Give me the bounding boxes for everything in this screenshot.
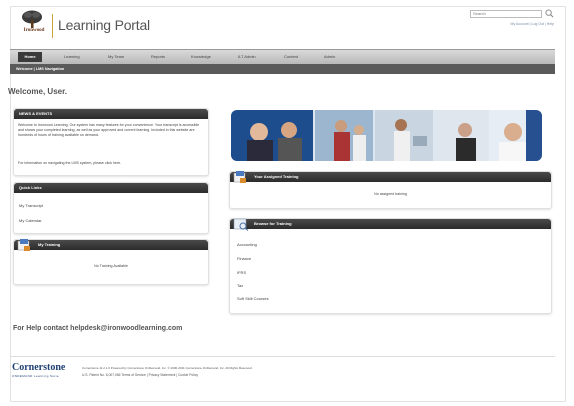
browse-finance[interactable]: Finance [237,256,251,261]
nav-content[interactable]: Content [284,54,298,59]
nav-ilt-admin[interactable]: ILT Admin [238,54,256,59]
search-icon[interactable] [545,9,554,18]
nav-my-team[interactable]: My Team [108,54,124,59]
portal-title: Learning Portal [58,17,150,33]
quick-links-title: Quick Links [14,183,208,193]
link-my-calendar[interactable]: My Calendar [19,218,42,223]
banner-image [231,110,542,161]
browse-accounting[interactable]: Accounting [237,242,257,247]
quick-links-panel: Quick Links My Transcript My Calendar [13,182,209,234]
news-panel: NEWS & EVENTS Welcome to Ironwood Learni… [13,108,209,176]
news-body: Welcome to Ironwood Learning. Our system… [18,123,200,137]
nav-admin[interactable]: Admin [324,54,335,59]
sub-nav[interactable]: Welcome | LMS Navigation [10,64,555,74]
cornerstone-logo: Cornerstone [12,362,66,373]
cornerstone-subtitle: ONDEMAND Learning Suite [12,374,59,378]
my-training-empty: No Training Available [94,264,128,268]
help-contact: For Help contact helpdesk@ironwoodlearni… [13,325,183,332]
assigned-training-panel: Your Assigned Training No assigned train… [229,171,552,209]
tree-icon [22,10,42,28]
browse-title: Browse for Training [230,219,551,229]
assigned-title: Your Assigned Training [230,172,551,182]
browse-soft-skill-courses[interactable]: Soft Skill Courses [237,296,269,301]
assigned-empty: No assigned training [374,192,407,196]
nav-knowledge[interactable]: Knowledge [191,54,211,59]
browse-training-icon [233,218,249,231]
news-title: NEWS & EVENTS [14,109,208,119]
browse-ifrs[interactable]: IFRS [237,270,246,275]
welcome-heading: Welcome, User. [8,87,67,96]
logo-separator [52,14,53,38]
ironwood-logo[interactable]: Ironwood [14,10,50,40]
my-training-title: My Training [14,240,208,250]
logo-text: Ironwood [23,28,45,33]
my-training-panel: My Training No Training Available [13,239,209,285]
browse-training-panel: Browse for Training Accounting Finance I… [229,218,552,314]
nav-learning[interactable]: Learning [64,54,80,59]
link-my-transcript[interactable]: My Transcript [19,203,43,208]
assigned-training-icon [233,171,246,183]
search-input[interactable]: Search [470,10,542,18]
footer-links[interactable]: U.S. Patent No. 6,007,066 Terms of Servi… [82,373,382,377]
nav-reports[interactable]: Reports [151,54,165,59]
footer-divider [10,356,555,357]
account-links[interactable]: My Account | Log Out | Help [470,22,554,26]
banner-photos [231,110,542,161]
footer-copyright: Cornerstone 11.2.1.0 Powered by Cornerst… [82,366,253,370]
browse-tax[interactable]: Tax [237,283,243,288]
training-icon [17,239,30,251]
news-nav-info[interactable]: For information on navigating the LMS sy… [18,161,204,166]
main-nav: Home Learning My Team Reports Knowledge … [10,49,555,64]
nav-home[interactable]: Home [18,52,42,62]
